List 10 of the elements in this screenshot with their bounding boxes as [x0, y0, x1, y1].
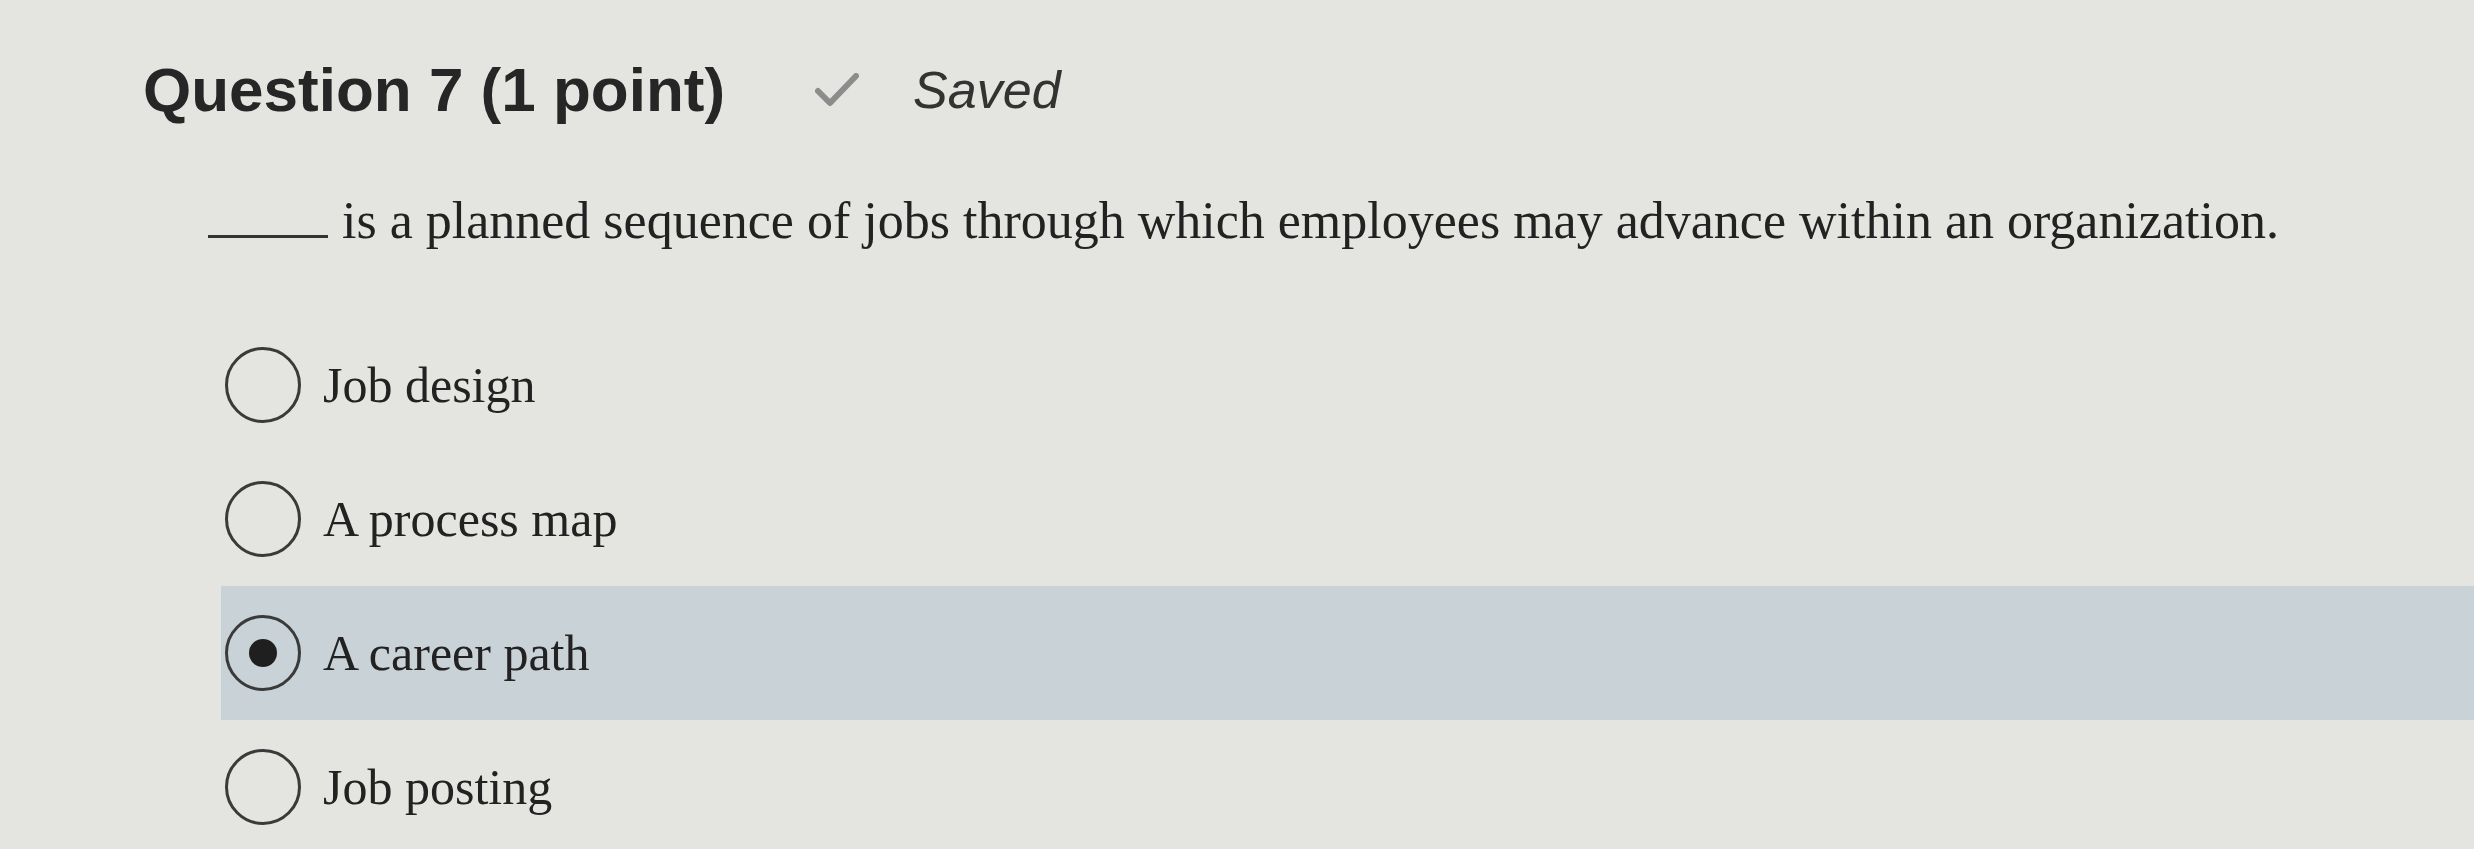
saved-status: Saved: [913, 64, 1061, 116]
radio-button[interactable]: [225, 749, 301, 825]
answer-option[interactable]: Job posting: [221, 720, 2474, 849]
answer-option[interactable]: Job design: [221, 318, 2474, 452]
answer-option[interactable]: A process map: [221, 452, 2474, 586]
answer-option[interactable]: A career path: [221, 586, 2474, 720]
radio-button-checked[interactable]: [225, 615, 301, 691]
radio-button[interactable]: [225, 347, 301, 423]
radio-button[interactable]: [225, 481, 301, 557]
question-text: is a planned sequence of jobs through which employees may advance within an organization.: [342, 191, 2279, 251]
